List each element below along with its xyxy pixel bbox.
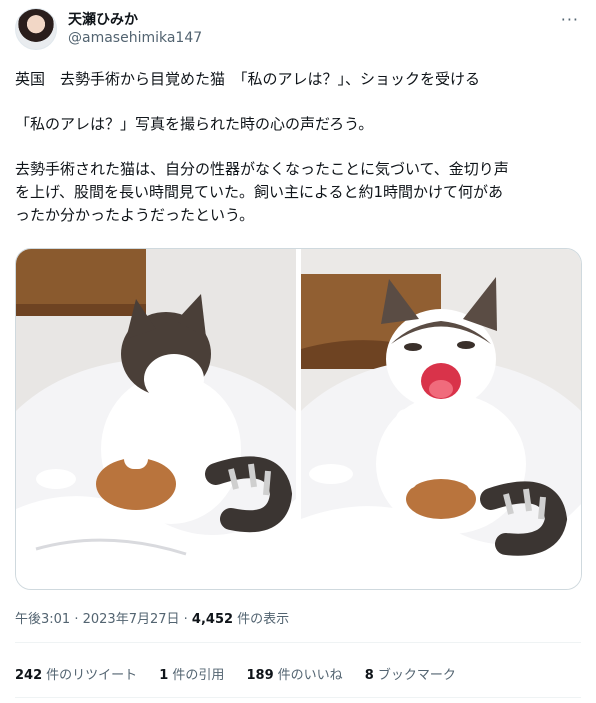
quotes-stat[interactable]: 1 件の引用	[159, 664, 224, 683]
tweet-paragraph-line: 去勢手術された猫は、自分の性器がなくなったことに気づいて、金切り声	[15, 160, 509, 178]
likes-count: 189	[246, 668, 274, 683]
tweet-date[interactable]: 2023年7月27日	[83, 612, 180, 627]
bookmarks-label: ブックマーク	[377, 668, 456, 683]
bookmarks-stat[interactable]: 8 ブックマーク	[365, 664, 456, 683]
tweet-meta: 午後3:01 · 2023年7月27日 · 4,452 件の表示	[15, 608, 289, 627]
cat-looking-down-photo[interactable]	[16, 249, 296, 589]
tweet-time[interactable]: 午後3:01	[15, 612, 70, 627]
media-grid	[15, 248, 582, 590]
meta-separator: ·	[179, 612, 192, 627]
divider	[15, 697, 581, 698]
author-display-name[interactable]: 天瀬ひみか	[68, 9, 138, 29]
tweet-paragraph: 「私のアレは？」写真を撮られた時の心の声だろう。	[15, 115, 374, 133]
views-count: 4,452	[191, 612, 234, 627]
views-label: 件の表示	[233, 612, 290, 627]
bookmarks-count: 8	[364, 668, 374, 683]
quotes-count: 1	[159, 668, 169, 683]
tweet-paragraph-line: ったか分かったようだったという。	[15, 206, 255, 224]
quotes-label: 件の引用	[172, 668, 225, 683]
tweet-paragraph-line: を上げ、股間を長い時間見ていた。飼い主によると約1時間かけて何があ	[15, 183, 504, 201]
retweets-count: 242	[15, 668, 43, 683]
meta-separator: ·	[70, 612, 83, 627]
divider	[15, 642, 581, 643]
cat-screaming-photo[interactable]	[301, 249, 581, 589]
tweet-stats: 242 件のリツイート 1 件の引用 189 件のいいね 8 ブックマーク	[15, 664, 474, 683]
more-horizontal-icon[interactable]: ···	[561, 10, 579, 29]
author-handle[interactable]: @amasehimika147	[68, 30, 202, 46]
tweet-paragraph: 英国 去勢手術から目覚めた猫 「私のアレは？」、ショックを受ける	[15, 70, 481, 88]
avatar[interactable]	[15, 8, 57, 50]
tweet-body: 英国 去勢手術から目覚めた猫 「私のアレは？」、ショックを受ける 「私のアレは？…	[15, 68, 581, 227]
retweets-stat[interactable]: 242 件のリツイート	[15, 664, 137, 683]
likes-label: 件のいいね	[277, 668, 343, 683]
likes-stat[interactable]: 189 件のいいね	[247, 664, 343, 683]
tweet-header: 天瀬ひみか @amasehimika147 ···	[15, 8, 583, 52]
retweets-label: 件のリツイート	[46, 668, 138, 683]
